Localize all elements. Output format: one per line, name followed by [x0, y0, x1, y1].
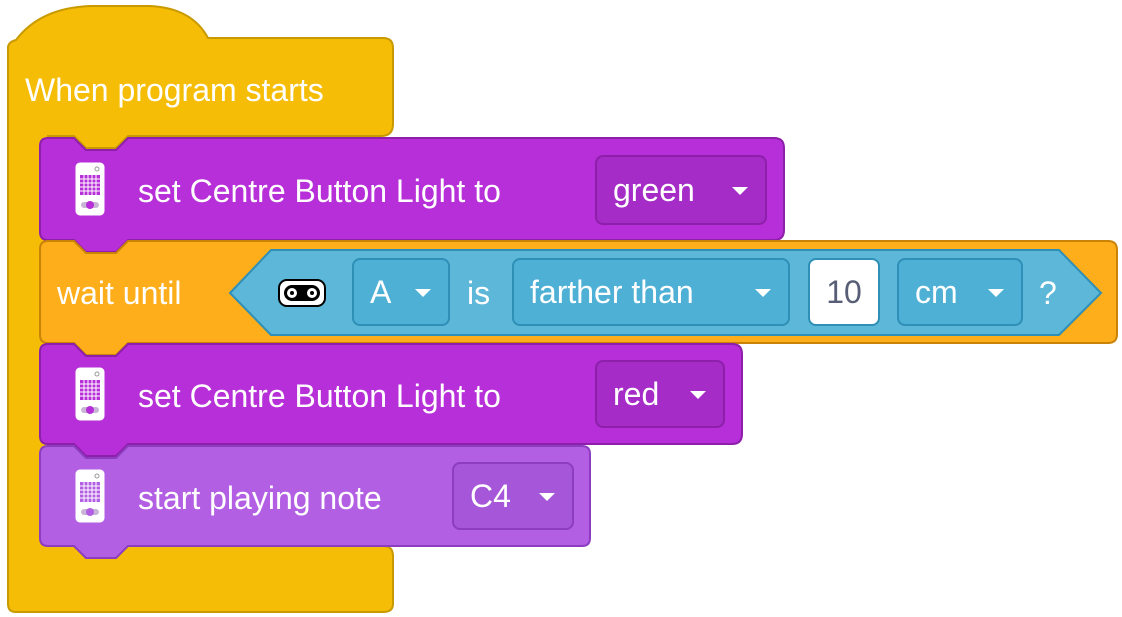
question-mark-label: ? — [1039, 275, 1057, 311]
dropdown-value: A — [370, 273, 392, 310]
distance-value-input[interactable]: 10 — [808, 258, 880, 326]
note-dropdown[interactable]: C4 — [452, 462, 574, 530]
dropdown-value: farther than — [530, 273, 694, 310]
block-label: set Centre Button Light to — [138, 173, 501, 209]
caret-down-icon — [988, 289, 1004, 297]
dropdown-value: red — [613, 375, 660, 412]
block-label: set Centre Button Light to — [138, 378, 501, 414]
is-label: is — [467, 275, 491, 311]
dropdown-value: C4 — [470, 477, 511, 514]
dropdown-value: cm — [915, 273, 958, 310]
hub-sound-icon — [75, 469, 105, 523]
wait-until-label: wait until — [57, 275, 182, 311]
comparison-dropdown[interactable]: farther than — [512, 258, 790, 326]
input-value: 10 — [826, 273, 862, 310]
hub-light-icon — [75, 367, 105, 421]
caret-down-icon — [415, 289, 431, 297]
dropdown-value: green — [613, 171, 695, 208]
caret-down-icon — [732, 187, 748, 195]
distance-sensor-icon — [278, 279, 326, 307]
code-canvas: When program starts set Centre Button Li… — [0, 0, 1122, 617]
port-dropdown[interactable]: A — [352, 258, 450, 326]
hat-label: When program starts — [25, 72, 324, 108]
caret-down-icon — [690, 391, 706, 399]
caret-down-icon — [755, 289, 771, 297]
hub-light-icon — [75, 162, 105, 216]
unit-dropdown[interactable]: cm — [897, 258, 1023, 326]
color-dropdown[interactable]: red — [595, 360, 725, 428]
block-label: start playing note — [138, 480, 382, 516]
caret-down-icon — [539, 493, 555, 501]
color-dropdown[interactable]: green — [595, 155, 767, 225]
